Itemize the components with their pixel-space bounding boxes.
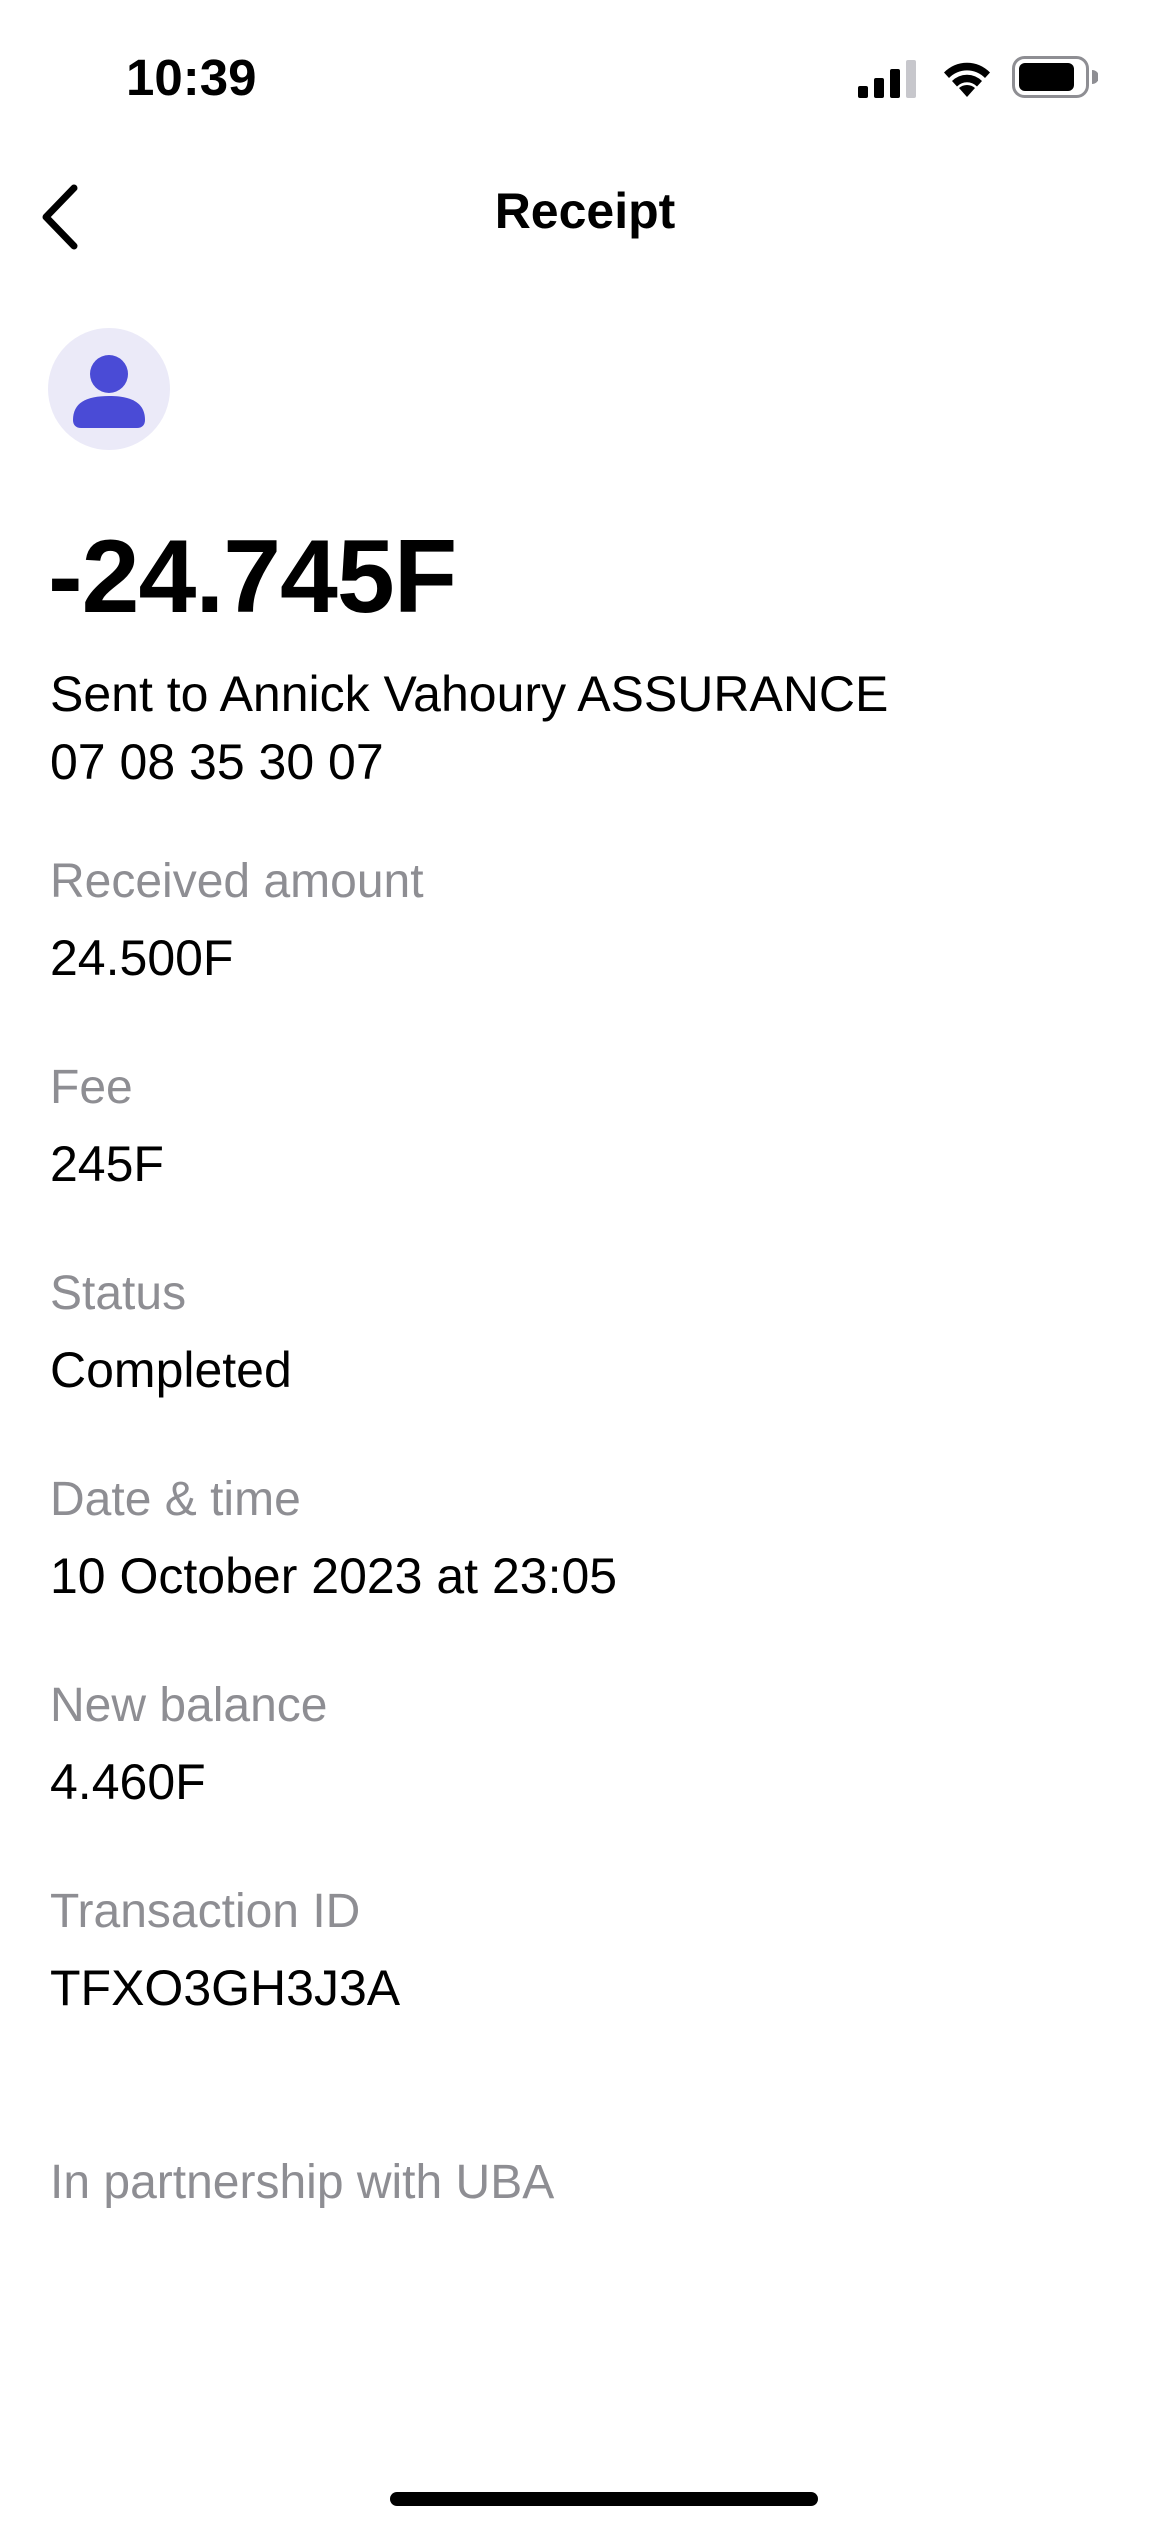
page-title: Receipt (494, 183, 676, 239)
home-indicator[interactable] (390, 2492, 818, 2506)
detail-label: New balance (50, 1679, 328, 1732)
detail-label: Fee (50, 1061, 133, 1114)
detail-new-balance: New balance 4.460F (50, 1674, 1120, 1880)
person-icon (73, 355, 145, 428)
avatar (48, 328, 170, 450)
detail-label: Transaction ID (50, 1885, 361, 1938)
detail-received-amount: Received amount 24.500F (50, 850, 1120, 1056)
status-time: 10:39 (126, 49, 257, 106)
detail-value: 10 October 2023 at 23:05 (50, 1548, 618, 1604)
detail-value: TFXO3GH3J3A (50, 1960, 401, 2016)
detail-status: Status Completed (50, 1262, 1120, 1468)
detail-label: Received amount (50, 855, 424, 908)
detail-value: 4.460F (50, 1754, 206, 1810)
partner-text: In partnership with UBA (50, 2156, 555, 2209)
status-bar: 10:39 (0, 0, 1170, 150)
detail-value: 24.500F (50, 930, 234, 986)
detail-label: Status (50, 1267, 187, 1320)
detail-label: Date & time (50, 1473, 301, 1526)
signal-icon (858, 60, 916, 98)
detail-value: 245F (50, 1136, 164, 1192)
recipient-phone: 07 08 35 30 07 (50, 734, 384, 790)
transaction-amount: -24.745F (48, 519, 457, 635)
receipt-details: Received amount 24.500F Fee 245F Status … (50, 850, 1120, 2086)
recipient-name: Sent to Annick Vahoury ASSURANCE (50, 666, 889, 722)
detail-transaction-id: Transaction ID TFXO3GH3J3A (50, 1880, 1120, 2086)
battery-icon (1012, 56, 1098, 98)
detail-date-time: Date & time 10 October 2023 at 23:05 (50, 1468, 1120, 1674)
recipient-info: Sent to Annick Vahoury ASSURANCE 07 08 3… (50, 660, 1130, 796)
detail-value: Completed (50, 1342, 292, 1398)
detail-fee: Fee 245F (50, 1056, 1120, 1262)
wifi-icon (944, 62, 990, 97)
nav-bar: Receipt (0, 160, 1170, 270)
